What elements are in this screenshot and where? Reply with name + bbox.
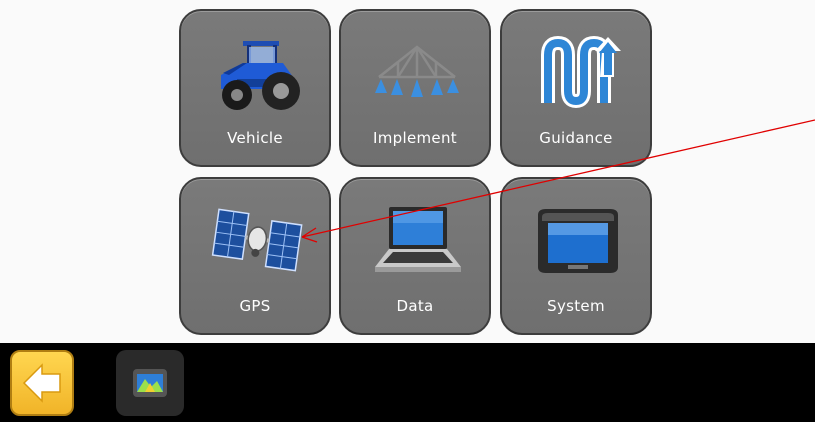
guidance-label: Guidance bbox=[539, 129, 613, 147]
tractor-icon bbox=[207, 33, 307, 113]
gps-label: GPS bbox=[239, 297, 271, 315]
back-button[interactable] bbox=[10, 350, 74, 416]
laptop-icon bbox=[367, 201, 467, 281]
vehicle-label: Vehicle bbox=[227, 129, 283, 147]
implement-label: Implement bbox=[373, 129, 457, 147]
display-console-icon bbox=[528, 201, 628, 281]
back-arrow-icon bbox=[22, 363, 61, 403]
gps-button[interactable]: GPS bbox=[179, 177, 331, 335]
guidance-pattern-icon bbox=[528, 33, 628, 113]
guidance-button[interactable]: Guidance bbox=[500, 9, 652, 167]
satellite-icon bbox=[207, 201, 307, 281]
system-button[interactable]: System bbox=[500, 177, 652, 335]
data-label: Data bbox=[396, 297, 434, 315]
system-label: System bbox=[547, 297, 605, 315]
display-button[interactable] bbox=[116, 350, 184, 416]
implement-button[interactable]: Implement bbox=[339, 9, 491, 167]
display-mini-icon bbox=[133, 369, 167, 397]
vehicle-button[interactable]: Vehicle bbox=[179, 9, 331, 167]
sprayer-boom-icon bbox=[367, 33, 467, 113]
settings-menu: Vehicle Implement Guidance GPS Data Syst… bbox=[0, 0, 815, 343]
data-button[interactable]: Data bbox=[339, 177, 491, 335]
